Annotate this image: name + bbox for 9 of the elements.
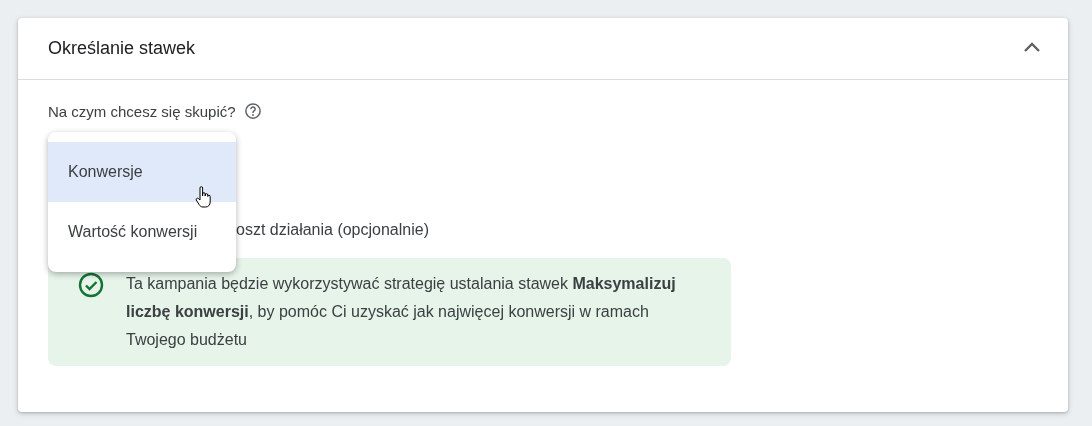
- section-title: Określanie stawek: [48, 38, 196, 59]
- menu-item[interactable]: Konwersje: [48, 142, 236, 202]
- strategy-notice: Ta kampania będzie wykorzystywać strategię ustalania stawek Maksymalizuj liczbę konwersji, by pomóc Ci uzyskać jak najwięcej konwersji w ramach Twojego budżetu: [126, 274, 677, 350]
- check-circle-icon: [78, 272, 104, 298]
- pointer-hand-icon: [195, 185, 211, 209]
- checkbox-label: oszt działania (opcjonalnie): [236, 221, 429, 239]
- help-icon[interactable]: [243, 102, 262, 120]
- field-label: Na czym chcesz się skupić?: [48, 102, 236, 120]
- menu-item[interactable]: Wartość konwersji: [48, 202, 236, 262]
